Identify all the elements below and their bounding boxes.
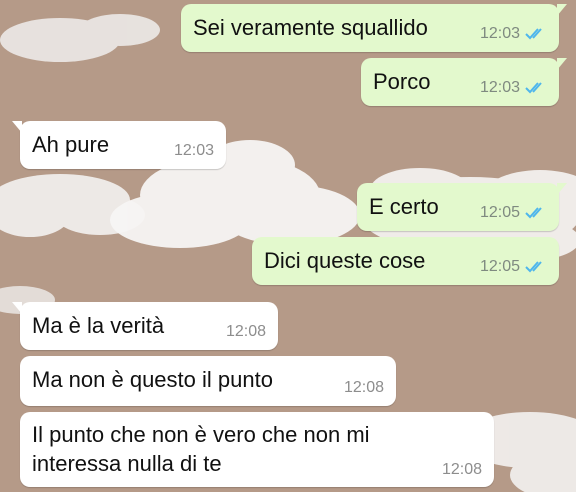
message-text: Il punto che non è vero che non mi inter…	[32, 422, 370, 476]
message-time: 12:03	[479, 25, 520, 42]
double-check-read-icon	[525, 261, 542, 273]
message-meta: 12:08	[226, 323, 266, 341]
message-text: Porco	[373, 69, 431, 94]
message-time: 12:03	[173, 142, 214, 159]
message-text: Ah pure	[32, 132, 110, 157]
double-check-read-icon	[525, 207, 542, 219]
message-time: 12:05	[479, 258, 520, 275]
bubble-tail	[557, 4, 567, 16]
bubble-tail	[12, 121, 22, 133]
message-incoming[interactable]: Ah pure 12:03	[12, 121, 226, 169]
message-meta: 12:05	[480, 204, 547, 222]
message-incoming[interactable]: Ma non è questo il punto 12:08	[20, 356, 396, 406]
message-incoming[interactable]: Ma è la verità 12:08	[12, 302, 278, 350]
bubble-tail	[557, 58, 567, 70]
bubble-tail	[557, 183, 567, 195]
message-meta: 12:03	[480, 25, 547, 43]
double-check-read-icon	[525, 82, 542, 94]
message-time: 12:08	[225, 323, 266, 340]
message-meta: 12:03	[174, 142, 214, 160]
message-text: E certo	[369, 194, 439, 219]
message-time: 12:03	[479, 79, 520, 96]
message-meta: 12:05	[480, 258, 547, 276]
message-meta: 12:08	[442, 461, 482, 479]
message-time: 12:05	[479, 204, 520, 221]
message-text: Ma non è questo il punto	[32, 367, 273, 392]
message-text: Dici queste cose	[264, 248, 426, 273]
message-meta: 12:03	[480, 79, 547, 97]
message-outgoing[interactable]: E certo 12:05	[357, 183, 567, 231]
message-time: 12:08	[441, 461, 482, 478]
message-outgoing[interactable]: Porco 12:03	[361, 58, 567, 106]
double-check-read-icon	[525, 28, 542, 40]
message-outgoing[interactable]: Dici queste cose 12:05	[252, 237, 559, 285]
message-time: 12:08	[343, 379, 384, 396]
message-text: Ma è la verità	[32, 313, 165, 338]
message-meta: 12:08	[344, 379, 384, 397]
bubble-tail	[12, 302, 22, 314]
message-incoming[interactable]: Il punto che non è vero che non mi inter…	[20, 412, 494, 487]
message-outgoing[interactable]: Sei veramente squallido 12:03	[181, 4, 567, 52]
message-text: Sei veramente squallido	[193, 15, 428, 40]
